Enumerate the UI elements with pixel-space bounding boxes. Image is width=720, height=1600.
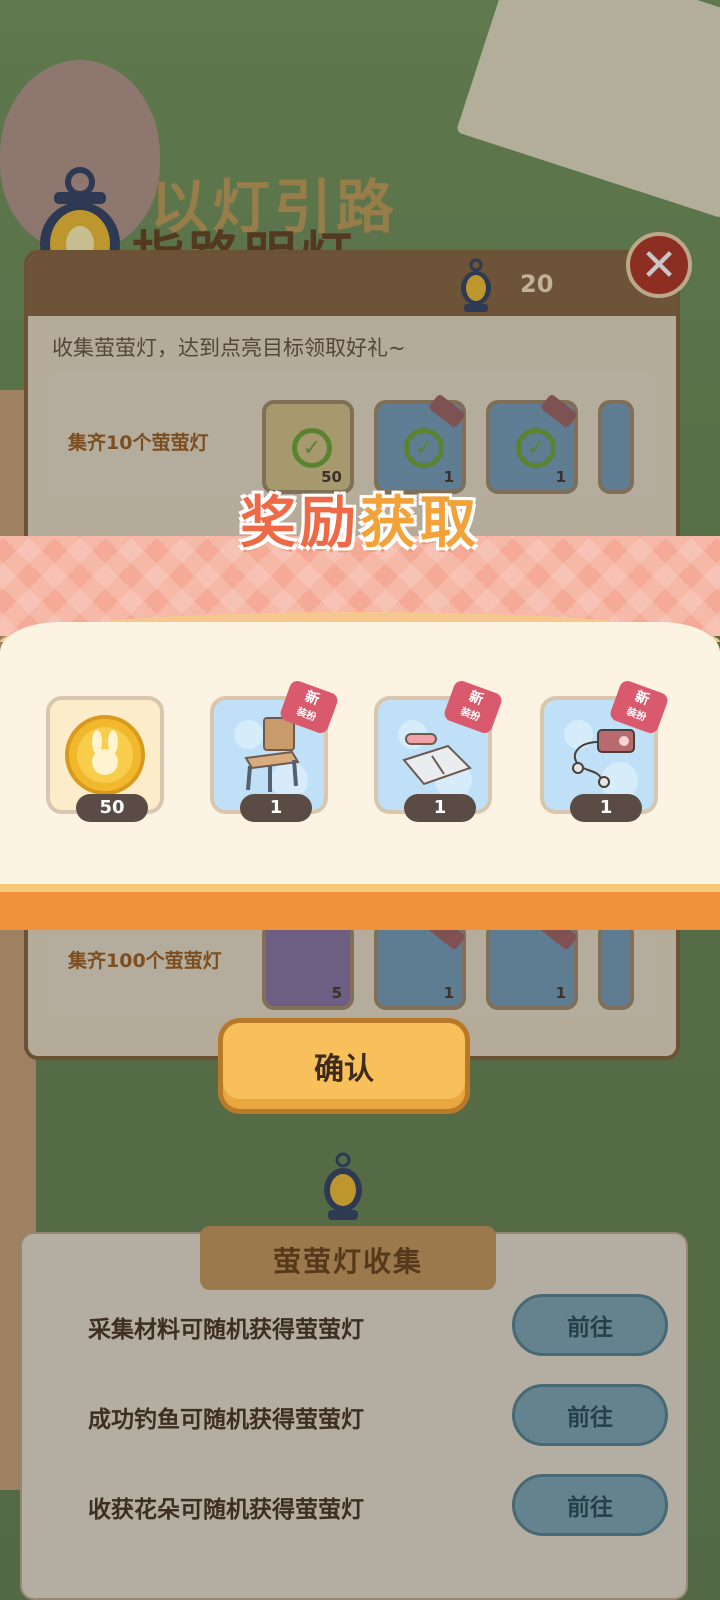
reward-band-bottom [0,884,720,930]
reward-count: 1 [404,794,476,822]
reward-title-part2: 获取 [360,491,480,556]
confirm-button[interactable]: 确认 [218,1018,470,1114]
reward-item-mp3-player[interactable]: 新装扮 1 [540,678,670,822]
mp3-player-icon [572,729,635,788]
chair-icon [244,717,300,792]
reward-count: 50 [76,794,148,822]
reward-title-part1: 奖励 [240,491,360,556]
reward-count: 1 [240,794,312,822]
reward-item-desk-mat[interactable]: 新装扮 1 [374,678,504,822]
reward-count: 1 [570,794,642,822]
reward-popup-title: 奖励获取 [0,478,720,559]
reward-item-coin[interactable]: 50 [46,696,164,822]
desk-mat-icon [402,733,472,786]
confirm-button-label: 确认 [314,1052,374,1087]
bunny-coin-icon [65,715,145,795]
reward-item-chair[interactable]: 新装扮 1 [210,678,340,822]
